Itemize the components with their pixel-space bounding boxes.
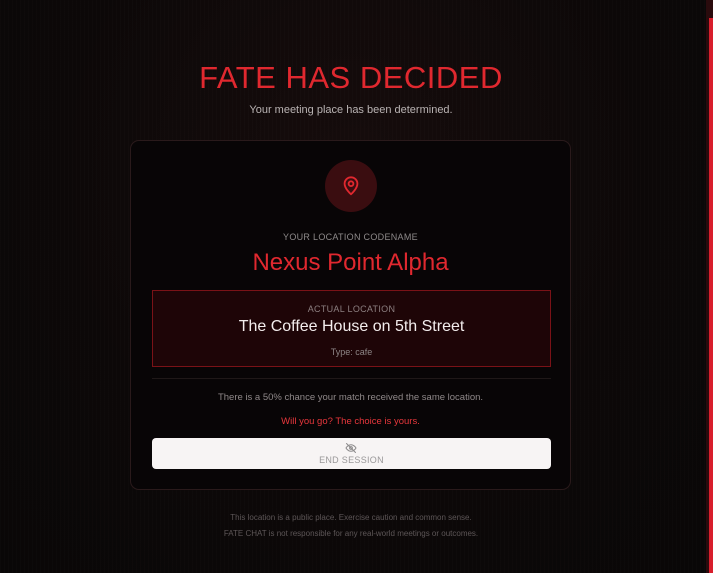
result-card: YOUR LOCATION CODENAME Nexus Point Alpha… — [130, 140, 571, 490]
right-edge-accent — [706, 0, 713, 573]
liability-disclaimer: FATE CHAT is not responsible for any rea… — [223, 529, 479, 538]
actual-location-name: The Coffee House on 5th Street — [238, 318, 465, 335]
location-type: Type: cafe — [330, 347, 373, 357]
map-pin-icon — [343, 176, 359, 196]
location-codename: Nexus Point Alpha — [252, 249, 449, 276]
page-title: FATE HAS DECIDED — [199, 60, 503, 95]
divider — [152, 378, 551, 379]
end-session-button[interactable]: END SESSION — [152, 438, 551, 469]
end-session-label: END SESSION — [319, 455, 384, 465]
right-accent-bar — [709, 18, 713, 573]
match-chance-text: There is a 50% chance your match receive… — [217, 392, 484, 403]
page-subtitle: Your meeting place has been determined. — [249, 104, 453, 116]
codename-label: YOUR LOCATION CODENAME — [283, 232, 418, 242]
actual-location-box: ACTUAL LOCATION The Coffee House on 5th … — [152, 290, 551, 367]
actual-location-label: ACTUAL LOCATION — [307, 304, 396, 314]
choice-prompt: Will you go? The choice is yours. — [281, 416, 420, 427]
safety-disclaimer: This location is a public place. Exercis… — [230, 513, 472, 522]
eye-off-icon — [345, 443, 357, 453]
map-pin-badge — [325, 160, 377, 212]
page: FATE HAS DECIDED Your meeting place has … — [0, 0, 706, 573]
